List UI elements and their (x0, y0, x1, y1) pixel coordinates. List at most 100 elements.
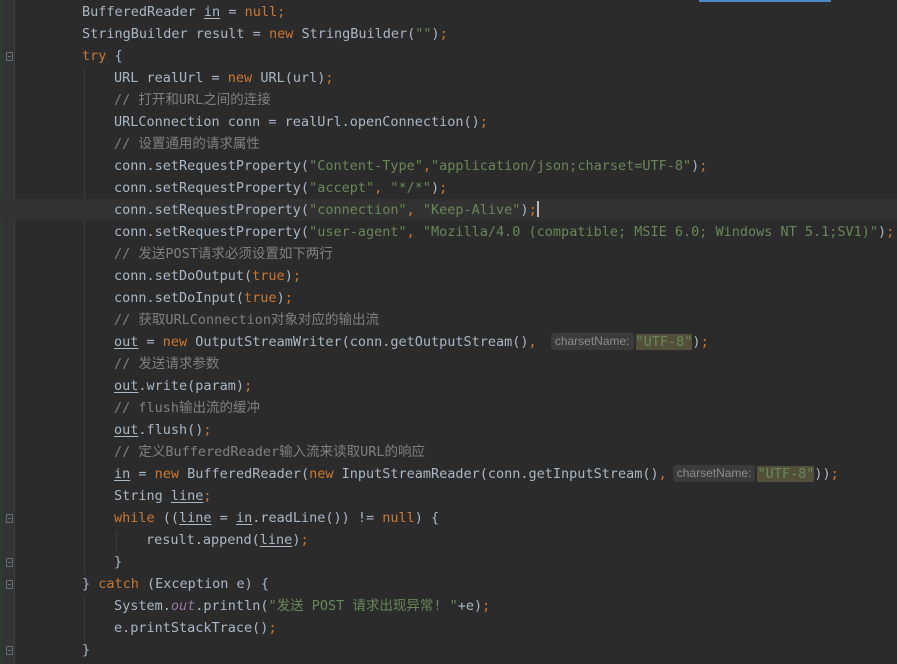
code-token: // 发送POST请求必须设置如下两行 (114, 246, 333, 262)
code-token: catch (98, 576, 148, 592)
code-token: line (259, 532, 293, 548)
code-line-11[interactable]: conn.setRequestProperty("user-agent", "M… (0, 221, 897, 243)
code-token: , (374, 180, 391, 196)
code-token: new (227, 70, 261, 86)
code-token: // 发送请求参数 (114, 356, 220, 372)
code-token: ; (439, 26, 448, 42)
code-token: ; (277, 4, 286, 20)
code-token: = (211, 510, 236, 526)
code-token: ; (830, 466, 839, 482)
code-token: ; (300, 532, 309, 548)
code-token: .flush() (138, 422, 204, 438)
code-token: } (82, 642, 91, 658)
code-token: InputStreamReader(conn.getInputStream() (341, 466, 659, 482)
code-token: URL realUrl = (114, 70, 228, 86)
code-token: BufferedReader (82, 4, 204, 20)
code-line-10[interactable]: conn.setRequestProperty("connection", "K… (0, 199, 897, 221)
code-line-18[interactable]: out.write(param); (0, 375, 897, 397)
code-line-17[interactable]: // 发送请求参数 (0, 353, 897, 375)
code-line-19[interactable]: // flush输出流的缓冲 (0, 397, 897, 419)
code-token: ) (284, 268, 293, 284)
code-line-12[interactable]: // 发送POST请求必须设置如下两行 (0, 243, 897, 265)
code-token: ) (692, 334, 701, 350)
code-line-7[interactable]: // 设置通用的请求属性 (0, 133, 897, 155)
code-token: URL(url) (260, 70, 326, 86)
code-token: (Exception e) { (147, 576, 269, 592)
code-token: // 获取URLConnection对象对应的输出流 (114, 312, 380, 328)
code-token: = (130, 466, 155, 482)
code-token: true (244, 290, 277, 306)
code-token: ; (482, 598, 491, 614)
code-line-23[interactable]: String line; (0, 485, 897, 507)
code-token: in (235, 510, 253, 526)
code-line-20[interactable]: out.flush(); (0, 419, 897, 441)
code-line-5[interactable]: // 打开和URL之间的连接 (0, 89, 897, 111)
code-token: } (114, 554, 123, 570)
code-token: "Mozilla/4.0 (compatible; MSIE 6.0; Wind… (422, 224, 879, 240)
code-token: while (114, 510, 163, 526)
code-token: .write(param) (138, 378, 245, 394)
code-line-13[interactable]: conn.setDoOutput(true); (0, 265, 897, 287)
code-line-8[interactable]: conn.setRequestProperty("Content-Type","… (0, 155, 897, 177)
code-token: ; (700, 334, 709, 350)
code-token: result.append( (146, 532, 260, 548)
code-token: .readLine()) != (252, 510, 383, 526)
code-token: conn.setRequestProperty( (114, 224, 310, 240)
code-line-21[interactable]: // 定义BufferedReader输入流来读取URL的响应 (0, 441, 897, 463)
code-line-4[interactable]: URL realUrl = new URL(url); (0, 67, 897, 89)
code-token: conn.setRequestProperty( (114, 180, 310, 196)
code-line-16[interactable]: out = new OutputStreamWriter(conn.getOut… (0, 331, 897, 353)
code-editor[interactable]: BufferedReader in = null; StringBuilder r… (0, 0, 897, 664)
code-token: "发送 POST 请求出现异常! " (268, 598, 458, 614)
code-token: StringBuilder( (301, 26, 416, 42)
code-line-26[interactable]: } (0, 551, 897, 573)
code-area[interactable]: BufferedReader in = null; StringBuilder r… (0, 1, 897, 661)
code-line-30[interactable]: } (0, 639, 897, 661)
code-line-29[interactable]: e.printStackTrace(); (0, 617, 897, 639)
code-token: "connection" (309, 202, 407, 218)
code-line-24[interactable]: while ((line = in.readLine()) != null) { (0, 507, 897, 529)
code-token: , (406, 224, 423, 240)
code-line-3[interactable]: try { (0, 45, 897, 67)
code-token: ) (276, 290, 285, 306)
code-token: new (309, 466, 342, 482)
code-line-25[interactable]: result.append(line); (0, 529, 897, 551)
code-token: conn.setDoOutput( (114, 268, 253, 284)
code-token: out (170, 598, 196, 614)
code-token: ; (479, 114, 488, 130)
code-line-2[interactable]: StringBuilder result = new StringBuilder… (0, 23, 897, 45)
code-token: ; (284, 290, 293, 306)
code-token: , (406, 202, 423, 218)
code-line-9[interactable]: conn.setRequestProperty("accept", "*/*")… (0, 177, 897, 199)
code-token: StringBuilder result = (82, 26, 269, 42)
code-token: // 设置通用的请求属性 (114, 136, 260, 152)
code-token: "accept" (309, 180, 375, 196)
code-token: ) { (414, 510, 440, 526)
code-token: , (528, 334, 545, 350)
code-token: try (82, 48, 115, 64)
code-token: null (382, 510, 415, 526)
code-token: ; (699, 158, 708, 174)
code-token: +e) (457, 598, 483, 614)
code-token: .println( (195, 598, 269, 614)
code-token: ; (886, 224, 895, 240)
code-token: ; (528, 202, 537, 218)
code-line-27[interactable]: } catch (Exception e) { (0, 573, 897, 595)
code-line-1[interactable]: BufferedReader in = null; (0, 1, 897, 23)
code-line-6[interactable]: URLConnection conn = realUrl.openConnect… (0, 111, 897, 133)
code-line-15[interactable]: // 获取URLConnection对象对应的输出流 (0, 309, 897, 331)
code-token: , (422, 158, 432, 174)
code-line-28[interactable]: System.out.println("发送 POST 请求出现异常! "+e)… (0, 595, 897, 617)
code-token: conn.setRequestProperty( (114, 158, 310, 174)
code-token: ) (878, 224, 887, 240)
code-line-14[interactable]: conn.setDoInput(true); (0, 287, 897, 309)
code-token: String (114, 488, 171, 504)
code-token: line (170, 488, 204, 504)
code-token: System. (114, 598, 171, 614)
code-token: out (114, 422, 139, 438)
code-line-22[interactable]: in = new BufferedReader(new InputStreamR… (0, 463, 897, 485)
code-token: "application/json;charset=UTF-8" (431, 158, 692, 174)
code-token: null (244, 4, 278, 20)
code-token: ; (203, 488, 212, 504)
code-token: "UTF-8" (635, 334, 693, 350)
